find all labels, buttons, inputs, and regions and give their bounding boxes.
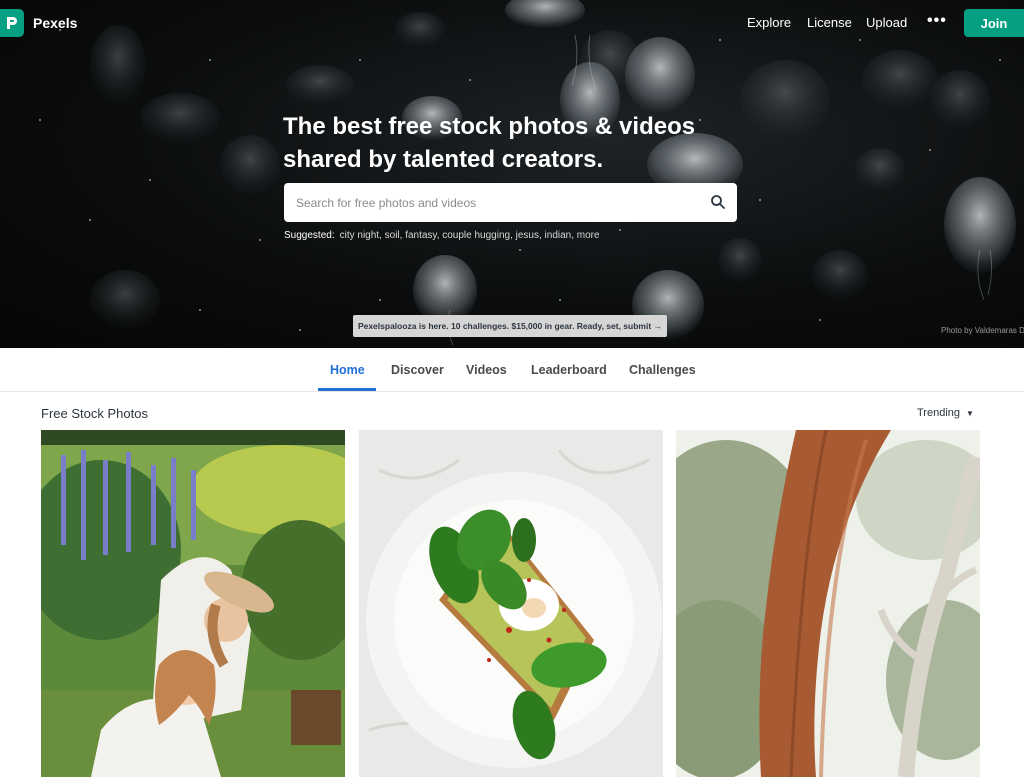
hero-headline-line2: shared by talented creators. xyxy=(283,146,604,173)
photo-card-women-garden[interactable] xyxy=(41,430,345,777)
promo-banner[interactable]: Pexelspalooza is here. 10 challenges. $1… xyxy=(353,315,667,337)
active-tab-indicator xyxy=(318,388,376,391)
suggested-label: Suggested: xyxy=(284,230,335,241)
search-box xyxy=(284,183,737,222)
hero-section: Pexels Explore License Upload ••• Join T… xyxy=(0,0,1024,348)
search-icon[interactable] xyxy=(710,194,726,210)
photo-card-trees[interactable] xyxy=(676,430,980,777)
join-button[interactable]: Join xyxy=(964,9,1024,37)
top-navigation: Pexels Explore License Upload ••• Join xyxy=(0,0,1024,46)
tab-home[interactable]: Home xyxy=(330,363,365,377)
hero-headline-line1: The best free stock photos & videos xyxy=(283,113,696,140)
pexels-logo[interactable] xyxy=(0,9,24,37)
nav-upload[interactable]: Upload xyxy=(866,15,907,30)
section-title: Free Stock Photos xyxy=(41,406,148,421)
sort-dropdown[interactable]: Trending ▼ xyxy=(917,407,974,419)
search-input[interactable] xyxy=(284,183,704,222)
photo-avocado-toast-image xyxy=(359,430,663,777)
tab-leaderboard[interactable]: Leaderboard xyxy=(531,363,607,377)
nav-explore[interactable]: Explore xyxy=(747,15,791,30)
suggested-searches: Suggested: city night, soil, fantasy, cou… xyxy=(284,230,600,241)
more-menu-icon[interactable]: ••• xyxy=(927,12,947,30)
pexels-logo-icon xyxy=(7,17,17,29)
caret-down-icon: ▼ xyxy=(966,409,974,418)
photo-trees-image xyxy=(676,430,980,777)
nav-license[interactable]: License xyxy=(807,15,852,30)
main-tabs: Home Discover Videos Leaderboard Challen… xyxy=(0,348,1024,392)
tab-discover[interactable]: Discover xyxy=(391,363,444,377)
sort-label: Trending xyxy=(917,407,961,419)
photo-card-avocado-toast[interactable] xyxy=(359,430,663,777)
brand-name[interactable]: Pexels xyxy=(33,15,77,31)
hero-headline: The best free stock photos & videos shar… xyxy=(283,110,753,176)
suggested-terms[interactable]: city night, soil, fantasy, couple huggin… xyxy=(340,230,600,241)
photo-credit[interactable]: Photo by Valdemaras D xyxy=(941,326,1024,335)
photo-women-garden-image xyxy=(41,430,345,777)
tab-videos[interactable]: Videos xyxy=(466,363,507,377)
tab-challenges[interactable]: Challenges xyxy=(629,363,696,377)
